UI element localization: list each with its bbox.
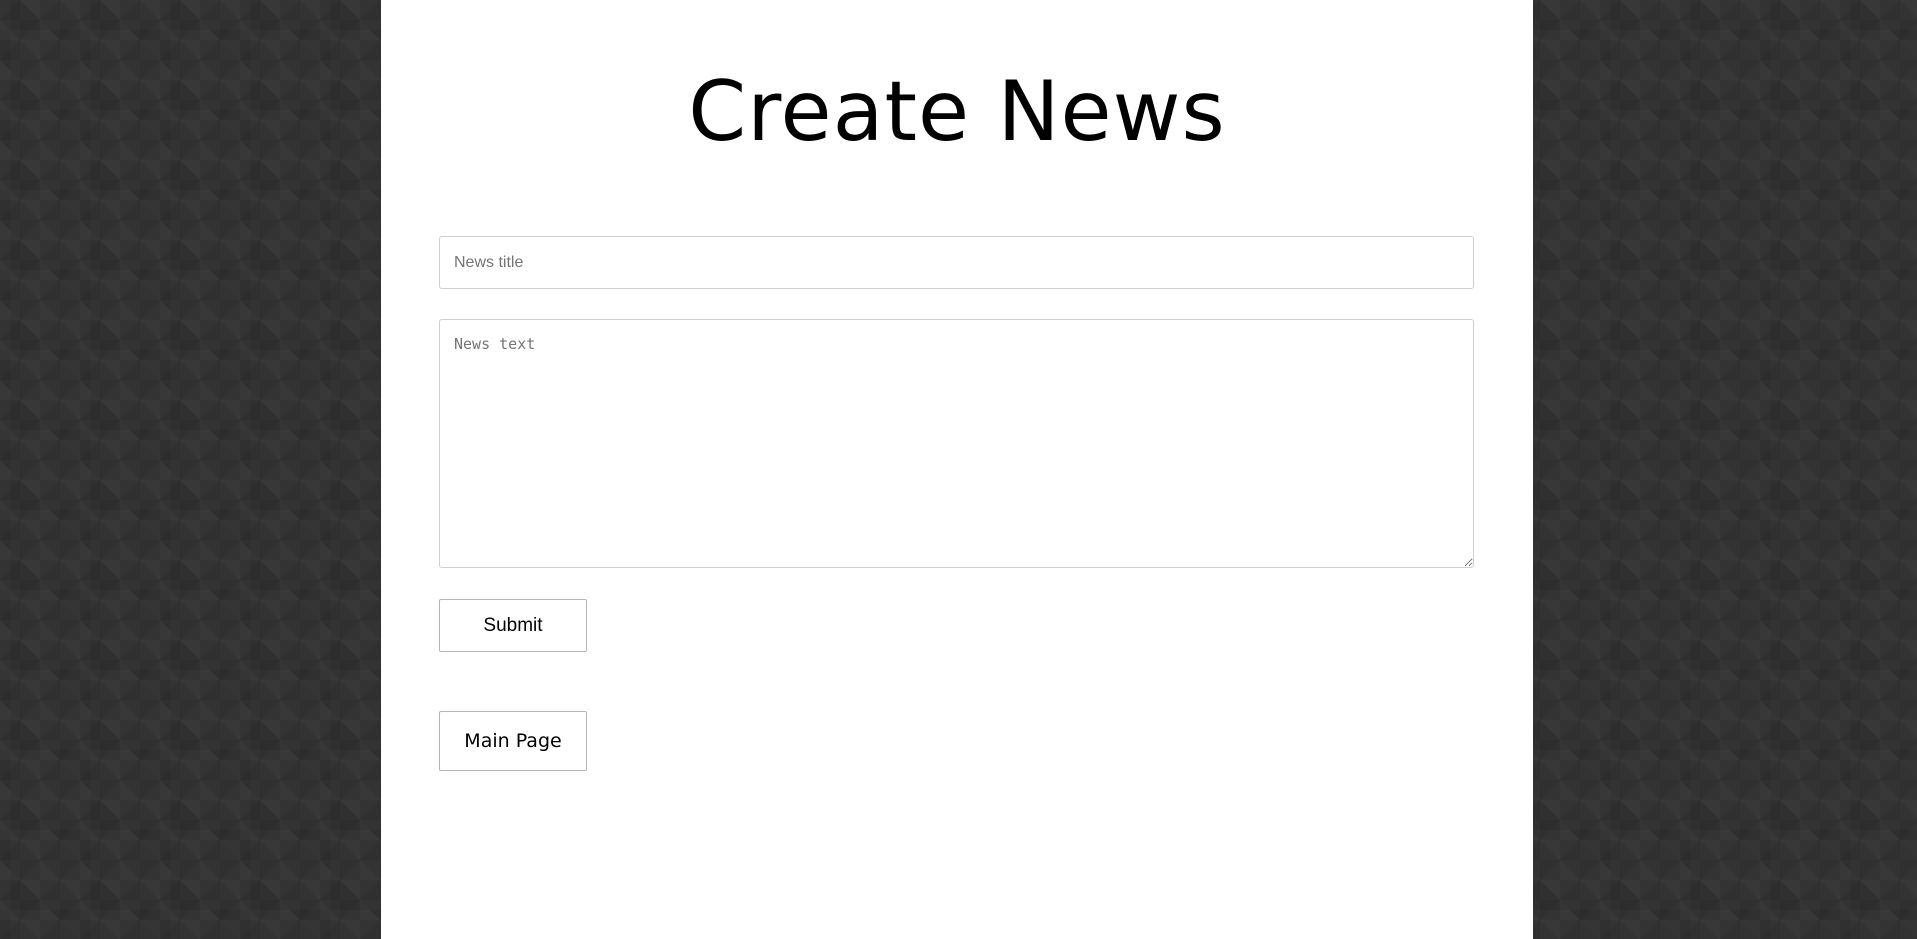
news-text-textarea[interactable] [439, 319, 1474, 568]
submit-button[interactable]: Submit [439, 599, 587, 652]
main-page-button[interactable]: Main Page [439, 711, 587, 771]
content-panel: Create News Submit Main Page [381, 0, 1533, 939]
news-title-input[interactable] [439, 236, 1474, 289]
page-title: Create News [688, 63, 1226, 160]
